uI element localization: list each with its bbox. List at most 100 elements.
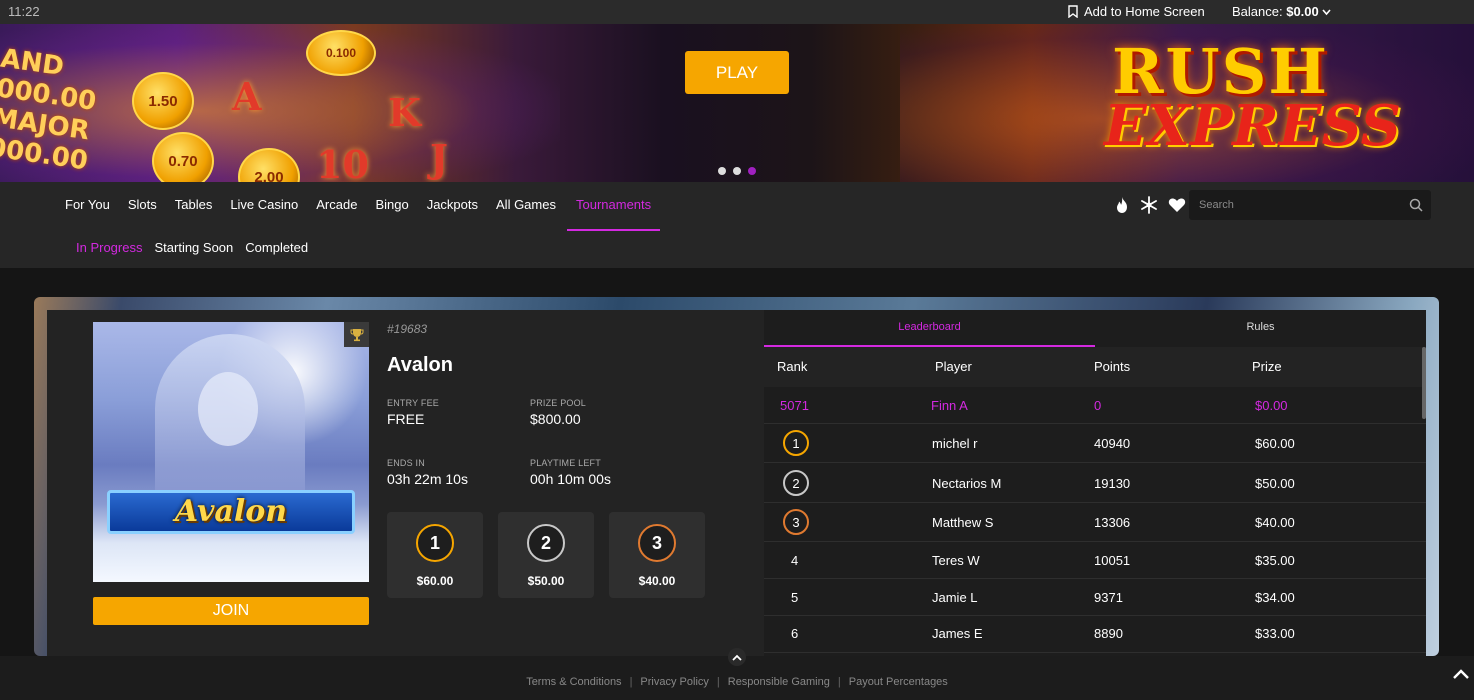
cell-prize: $0.00: [1255, 398, 1288, 413]
table-row[interactable]: 5 Jamie L 9371 $34.00: [764, 579, 1426, 616]
table-row[interactable]: 4 Teres W 10051 $35.00: [764, 542, 1426, 579]
link-terms[interactable]: Terms & Conditions: [526, 676, 621, 688]
prize-amount-2nd: $50.00: [527, 574, 565, 588]
cell-player: Jamie L: [932, 590, 978, 605]
trophy-badge: [344, 322, 369, 347]
medal-bronze: 3: [638, 524, 676, 562]
table-row[interactable]: 3 Matthew S 13306 $40.00: [764, 503, 1426, 542]
footer: Terms & Conditions | Privacy Policy | Respon…: [0, 648, 1474, 700]
leaderboard-scrollbar[interactable]: [1422, 347, 1426, 419]
subtab-in-progress[interactable]: In Progress: [70, 234, 148, 262]
cell-rank: 4: [791, 553, 799, 568]
leaderboard-panel: Leaderboard Rules Rank Player Points Pri…: [764, 310, 1426, 656]
chevron-up-icon: [732, 654, 742, 661]
tab-live-casino[interactable]: Live Casino: [221, 182, 307, 230]
status-bar: 11:22 Add to Home Screen Balance: $0.00: [0, 0, 1474, 24]
promo-banner[interactable]: AND 000.00 MAJOR 000.00 1.50 0.70 2.00 0…: [0, 24, 1474, 182]
cell-prize: $33.00: [1255, 626, 1295, 641]
header-player: Player: [935, 359, 972, 374]
tournament-stage: Avalon JOIN #19683 Avalon ENTRY FEE FREE…: [0, 268, 1474, 656]
ends-in-value: 03h 22m 10s: [387, 471, 468, 487]
ends-in-label: ENDS IN: [387, 458, 425, 468]
banner-reel-letter: K: [388, 90, 422, 135]
clock: 11:22: [8, 4, 40, 19]
subtab-starting-soon[interactable]: Starting Soon: [148, 234, 239, 262]
join-button[interactable]: JOIN: [93, 597, 369, 625]
tab-jackpots[interactable]: Jackpots: [418, 182, 487, 230]
table-row[interactable]: 6 James E 8890 $33.00: [764, 616, 1426, 653]
search-input[interactable]: [1189, 190, 1399, 220]
footer-links: Terms & Conditions | Privacy Policy | Respon…: [0, 676, 1474, 688]
cell-prize: $60.00: [1255, 436, 1295, 451]
playtime-left-label: PLAYTIME LEFT: [530, 458, 601, 468]
game-thumbnail[interactable]: Avalon: [93, 322, 369, 582]
tournament-name: Avalon: [387, 354, 453, 376]
table-row[interactable]: 2 Nectarios M 19130 $50.00: [764, 463, 1426, 503]
search-icon[interactable]: [1409, 198, 1423, 212]
prize-box-3rd: 3 $40.00: [609, 512, 705, 598]
tab-bingo[interactable]: Bingo: [366, 182, 417, 230]
table-row-current-user[interactable]: 5071 Finn A 0 $0.00: [764, 387, 1426, 424]
add-to-home-screen-button[interactable]: Add to Home Screen: [1068, 4, 1205, 19]
cell-points: 0: [1094, 398, 1102, 413]
tab-all-games[interactable]: All Games: [487, 182, 565, 230]
entry-fee-label: ENTRY FEE: [387, 398, 439, 408]
prize-amount-1st: $60.00: [416, 574, 454, 588]
expand-footer-button[interactable]: [728, 648, 746, 666]
bookmark-icon: [1068, 5, 1078, 18]
link-payout[interactable]: Payout Percentages: [849, 676, 948, 688]
rank-badge-silver: 2: [783, 470, 809, 496]
footer-separator: |: [716, 676, 720, 688]
tab-for-you[interactable]: For You: [56, 182, 119, 230]
cell-points: 19130: [1094, 476, 1131, 491]
footer-separator: |: [629, 676, 633, 688]
prize-pool-label: PRIZE POOL: [530, 398, 587, 408]
banner-reel-letter: A: [232, 74, 262, 119]
prize-pool-value: $800.00: [530, 411, 581, 427]
cell-prize: $40.00: [1255, 515, 1295, 530]
tab-arcade[interactable]: Arcade: [307, 182, 366, 230]
cell-prize: $50.00: [1255, 476, 1295, 491]
cell-player: Nectarios M: [932, 476, 1002, 491]
medal-silver: 2: [527, 524, 565, 562]
carousel-dot-active[interactable]: [748, 167, 756, 175]
banner-title-express: EXPRESS: [1104, 93, 1402, 159]
play-button[interactable]: PLAY: [685, 51, 789, 94]
cell-rank: 6: [791, 626, 799, 641]
add-home-label: Add to Home Screen: [1084, 4, 1205, 19]
cell-player: Teres W: [932, 553, 980, 568]
balance-value: $0.00: [1286, 4, 1319, 19]
snowflake-icon[interactable]: [1140, 196, 1158, 214]
subtab-completed[interactable]: Completed: [239, 234, 314, 262]
cell-points: 8890: [1094, 626, 1123, 641]
tab-rules[interactable]: Rules: [1095, 310, 1426, 347]
tab-tables[interactable]: Tables: [166, 182, 222, 230]
back-to-top-icon[interactable]: [1452, 668, 1470, 680]
link-responsible-gaming[interactable]: Responsible Gaming: [728, 676, 830, 688]
tab-slots[interactable]: Slots: [119, 182, 166, 230]
cell-rank: 5: [791, 590, 799, 605]
cell-player: Finn A: [931, 398, 968, 413]
carousel-dot[interactable]: [733, 167, 741, 175]
category-tabs: For You Slots Tables Live Casino Arcade …: [56, 182, 661, 231]
main-nav: For You Slots Tables Live Casino Arcade …: [0, 182, 1474, 268]
header-prize: Prize: [1252, 359, 1282, 374]
heart-icon[interactable]: [1168, 197, 1186, 213]
nav-icon-group: [1114, 196, 1186, 214]
table-row[interactable]: 1 michel r 40940 $60.00: [764, 424, 1426, 463]
carousel-dot[interactable]: [718, 167, 726, 175]
page-root: 11:22 Add to Home Screen Balance: $0.00 …: [0, 0, 1474, 700]
game-logo-text: Avalon: [174, 494, 288, 529]
tournament-card: Avalon JOIN #19683 Avalon ENTRY FEE FREE…: [47, 310, 764, 656]
cell-player: Matthew S: [932, 515, 994, 530]
cell-points: 40940: [1094, 436, 1131, 451]
tournament-subtabs: In Progress Starting Soon Completed: [70, 234, 314, 262]
balance-dropdown[interactable]: Balance: $0.00: [1232, 4, 1331, 19]
tab-tournaments[interactable]: Tournaments: [566, 182, 661, 231]
cell-prize: $34.00: [1255, 590, 1295, 605]
carousel-dots: [718, 167, 756, 175]
tab-leaderboard[interactable]: Leaderboard: [764, 310, 1095, 347]
cell-points: 9371: [1094, 590, 1123, 605]
fire-icon[interactable]: [1114, 196, 1130, 214]
link-privacy[interactable]: Privacy Policy: [640, 676, 708, 688]
